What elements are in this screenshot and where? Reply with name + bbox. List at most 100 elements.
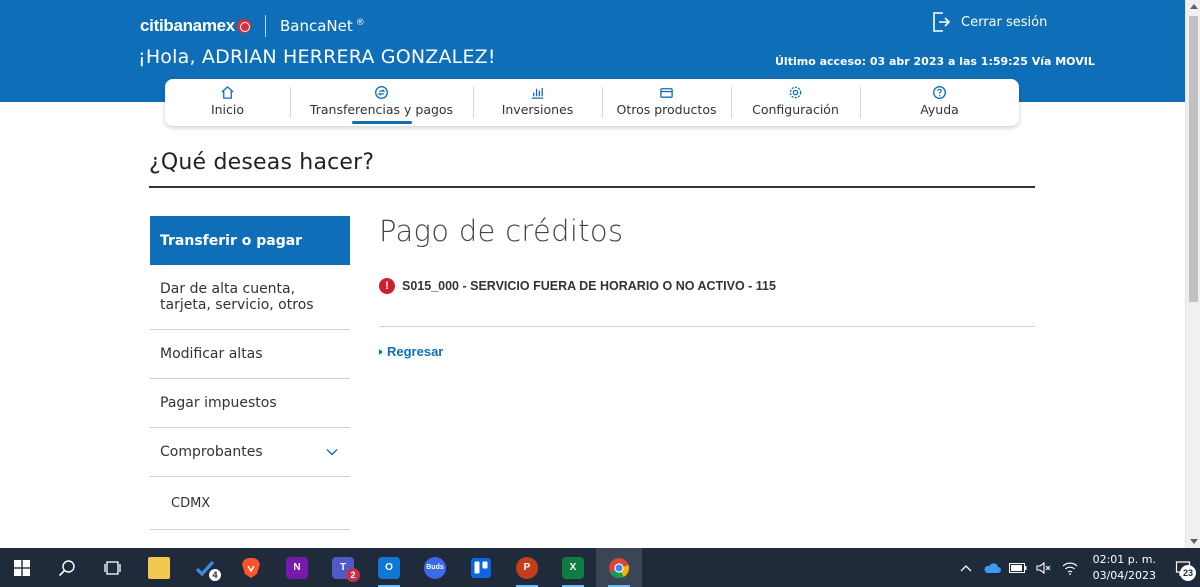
notification-center-button[interactable]: 23 [1166,548,1200,587]
search-icon [58,559,75,576]
help-icon [933,86,946,99]
sidebar-item-label: Dar de alta cuenta, tarjeta, servicio, o… [160,281,314,313]
brand: citibanamex BancaNet ® [140,15,365,37]
sidebar-item-label: Transferir o pagar [160,232,303,249]
logout-button[interactable]: Cerrar sesión [932,12,1047,32]
chrome-icon [609,557,630,578]
search-button[interactable] [44,548,90,587]
registered-mark: ® [355,18,365,28]
nav-item-otros-productos[interactable]: Otros productos [602,79,731,126]
excel-icon: X [562,556,584,579]
taskbar-app-outlook[interactable]: O [366,548,412,587]
buds-icon: Buds [424,556,446,579]
sidebar-item-label: Modificar altas [160,346,263,362]
nav-label: Inicio [210,102,245,117]
home-icon [221,85,234,99]
card-icon [660,88,673,98]
caret-right-icon [379,348,383,355]
network-button[interactable] [1057,548,1083,587]
scroll-up-icon[interactable] [1190,4,1198,9]
clock-date: 03/04/2023 [1092,568,1156,582]
chevron-down-icon [326,449,338,456]
logo-mark-icon [236,19,251,33]
windows-taskbar: 4 N T 2 O Buds P X 02:01 p. m. 03/04/202… [0,548,1200,587]
sidebar-item-modificar-altas[interactable]: Modificar altas [150,330,350,379]
error-message: ! S015_000 - SERVICIO FUERA DE HORARIO O… [379,278,776,294]
product-name: BancaNet ® [280,17,365,35]
taskbar-app-onenote[interactable]: N [274,548,320,587]
scroll-down-icon[interactable] [1190,539,1198,544]
file-explorer-icon [148,556,170,579]
taskbar-app-todo[interactable]: 4 [182,548,228,587]
powerpoint-icon: P [516,556,538,579]
trello-icon [471,557,491,578]
taskbar-app-teams[interactable]: T 2 [320,548,366,587]
brave-icon [242,557,260,578]
chart-icon [531,87,544,99]
sidebar-menu: Transferir o pagar Dar de alta cuenta, t… [150,216,350,530]
nav-item-inversiones[interactable]: Inversiones [473,79,602,126]
nav-label: Configuración [752,102,839,117]
taskbar-app-powerpoint[interactable]: P [504,548,550,587]
sidebar-item-comprobantes[interactable]: Comprobantes [150,428,350,477]
clock-time: 02:01 p. m. [1092,552,1156,566]
battery-button[interactable] [1005,548,1031,587]
volume-button[interactable] [1031,548,1057,587]
nav-item-configuracion[interactable]: Configuración [731,79,860,126]
sidebar-item-label: Comprobantes [160,444,263,460]
taskbar-app-trello[interactable] [458,548,504,587]
gear-icon [789,86,802,99]
show-hidden-icons-button[interactable] [953,548,979,587]
outlook-icon: O [378,556,400,579]
logo-text: citibanamex [140,16,235,35]
nav-item-transferencias[interactable]: Transferencias y pagos [290,79,473,126]
taskbar-app-file-explorer[interactable] [136,548,182,587]
start-button[interactable] [0,548,44,587]
chevron-up-icon [960,564,972,571]
product-label: BancaNet [279,17,353,35]
sidebar-item-pagar-impuestos[interactable]: Pagar impuestos [150,379,350,428]
volume-muted-icon [1036,561,1050,574]
citibanamex-logo[interactable]: citibanamex [140,16,251,36]
error-icon: ! [379,278,395,294]
battery-icon [1008,562,1027,573]
logout-icon [933,12,950,32]
error-text: S015_000 - SERVICIO FUERA DE HORARIO O N… [402,279,776,293]
system-tray: 02:01 p. m. 03/04/2023 23 [953,548,1200,587]
main-nav: Inicio Transferencias y pagos Inversione… [165,79,1019,126]
clock[interactable]: 02:01 p. m. 03/04/2023 [1083,552,1166,584]
brand-divider [264,15,266,37]
onedrive-button[interactable] [979,548,1005,587]
task-view-icon [104,560,121,575]
nav-item-ayuda[interactable]: Ayuda [860,79,1019,126]
section-title: Pago de créditos [379,214,624,248]
active-tab-indicator [351,121,412,124]
back-link[interactable]: Regresar [379,344,443,359]
todo-badge: 4 [208,568,222,582]
logout-label: Cerrar sesión [961,14,1048,30]
taskbar-app-chrome[interactable] [596,548,642,587]
scroll-thumb[interactable] [1189,16,1198,302]
task-view-button[interactable] [90,548,136,587]
nav-item-inicio[interactable]: Inicio [165,79,290,126]
windows-icon [14,559,30,576]
cloud-icon [984,562,1001,573]
nav-label: Ayuda [920,102,959,117]
back-label: Regresar [387,344,444,359]
last-access-info: Último acceso: 03 abr 2023 a las 1:59:25… [775,55,1095,68]
wifi-icon [1062,562,1078,575]
sidebar-item-transferir-pagar[interactable]: Transferir o pagar [150,216,350,265]
nav-label: Otros productos [616,102,717,117]
taskbar-app-excel[interactable]: X [550,548,596,587]
teams-badge: 2 [346,568,360,582]
taskbar-app-brave[interactable] [228,548,274,587]
taskbar-app-buds[interactable]: Buds [412,548,458,587]
vertical-scrollbar[interactable] [1185,0,1200,548]
greeting: ¡Hola, ADRIAN HERRERA GONZALEZ! [138,46,496,68]
sidebar-item-dar-de-alta[interactable]: Dar de alta cuenta, tarjeta, servicio, o… [150,265,350,330]
sidebar-item-cdmx[interactable]: CDMX [150,477,350,530]
onenote-icon: N [286,556,308,579]
sidebar-item-label: CDMX [171,495,211,511]
nav-label: Inversiones [501,102,574,117]
sidebar-item-label: Pagar impuestos [160,395,277,411]
